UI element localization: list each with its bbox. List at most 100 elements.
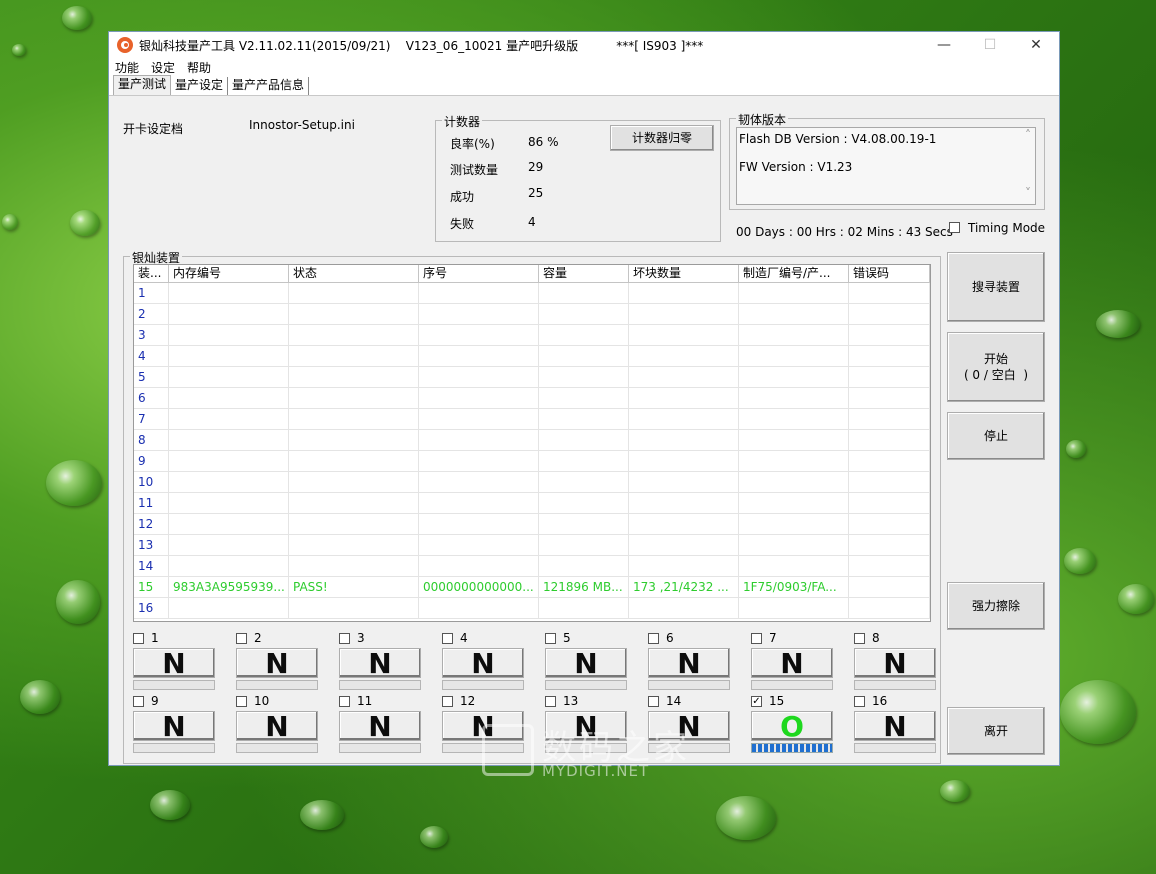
table-row[interactable]: 13	[134, 535, 930, 556]
menu-settings[interactable]: 设定	[151, 59, 175, 76]
device-slot: 7N	[751, 631, 835, 690]
cell-status	[289, 367, 419, 387]
slot-progress-bar	[133, 680, 215, 690]
col-status[interactable]: 状态	[289, 265, 419, 282]
table-row[interactable]: 10	[134, 472, 930, 493]
search-devices-button[interactable]: 搜寻装置	[947, 252, 1045, 322]
cell-memory-id	[169, 598, 289, 618]
table-row[interactable]: 14	[134, 556, 930, 577]
slot-number: 15	[769, 694, 785, 708]
cell-capacity	[539, 388, 629, 408]
cell-serial	[419, 304, 539, 324]
col-capacity[interactable]: 容量	[539, 265, 629, 282]
table-row[interactable]: 7	[134, 409, 930, 430]
table-row[interactable]: 2	[134, 304, 930, 325]
slot-checkbox[interactable]	[648, 632, 659, 644]
scroll-up-icon[interactable]: ˄	[1025, 128, 1031, 142]
table-row[interactable]: 16	[134, 598, 930, 619]
slot-number: 6	[666, 631, 674, 645]
table-row[interactable]: 3	[134, 325, 930, 346]
mp-test-panel: 开卡设定档 Innostor-Setup.ini 计数器 良率(%) 86 % …	[109, 98, 1059, 765]
col-bad-blocks[interactable]: 坏块数量	[629, 265, 739, 282]
table-row[interactable]: 12	[134, 514, 930, 535]
firmware-info-box[interactable]: Flash DB Version : V4.08.00.19-1 FW Vers…	[736, 127, 1036, 205]
scroll-down-icon[interactable]: ˅	[1025, 186, 1031, 200]
slot-checkbox[interactable]	[236, 695, 247, 707]
slot-checkbox[interactable]	[751, 632, 762, 644]
minimize-button[interactable]: —	[921, 32, 967, 58]
cell-error-code	[849, 388, 930, 408]
slot-status[interactable]: N	[854, 710, 936, 743]
cell-status	[289, 283, 419, 303]
table-row[interactable]: 11	[134, 493, 930, 514]
table-row[interactable]: 6	[134, 388, 930, 409]
cell-memory-id	[169, 409, 289, 429]
table-row[interactable]: 4	[134, 346, 930, 367]
menu-function[interactable]: 功能	[115, 59, 139, 76]
slot-status[interactable]: N	[339, 710, 421, 743]
col-error-code[interactable]: 错误码	[849, 265, 930, 282]
slot-status[interactable]: N	[751, 647, 833, 680]
slot-checkbox[interactable]	[545, 695, 556, 707]
slot-checkbox[interactable]	[648, 695, 659, 707]
slot-status[interactable]: N	[442, 647, 524, 680]
col-memory-id[interactable]: 内存编号	[169, 265, 289, 282]
reset-counter-button[interactable]: 计数器归零	[610, 125, 714, 151]
timing-mode-checkbox[interactable]	[949, 222, 960, 233]
slot-checkbox[interactable]	[133, 695, 144, 707]
stop-button[interactable]: 停止	[947, 412, 1045, 460]
force-erase-button[interactable]: 强力擦除	[947, 582, 1045, 630]
slot-status[interactable]: N	[133, 710, 215, 743]
slot-checkbox[interactable]	[854, 632, 865, 644]
slot-status[interactable]: N	[236, 710, 318, 743]
slot-status[interactable]: N	[133, 647, 215, 680]
table-row[interactable]: 9	[134, 451, 930, 472]
slot-checkbox[interactable]	[854, 695, 865, 707]
table-row[interactable]: 15 983A3A9595939... PASS! 0000000000000... 1…	[134, 577, 930, 598]
start-button[interactable]: 开始 ( 0 / 空白 )	[947, 332, 1045, 402]
water-drop	[62, 6, 92, 30]
tab-mp-settings[interactable]: 量产设定	[171, 77, 229, 95]
menu-help[interactable]: 帮助	[187, 59, 211, 76]
slot-checkbox[interactable]: ✓	[751, 695, 762, 707]
slot-header: 12	[442, 694, 526, 708]
cell-vendor-product	[739, 325, 849, 345]
cell-serial: 0000000000000...	[419, 577, 539, 597]
app-window: 银灿科技量产工具 V2.11.02.11(2015/09/21) V123_06…	[108, 31, 1060, 766]
cell-vendor-product	[739, 388, 849, 408]
slot-checkbox[interactable]	[133, 632, 144, 644]
col-serial[interactable]: 序号	[419, 265, 539, 282]
tab-product-info[interactable]: 量产产品信息	[228, 77, 310, 95]
slot-status[interactable]: N	[236, 647, 318, 680]
slot-checkbox[interactable]	[339, 632, 350, 644]
slot-checkbox[interactable]	[545, 632, 556, 644]
cell-device: 5	[134, 367, 169, 387]
device-slot: 1N	[133, 631, 217, 690]
col-device[interactable]: 装...	[134, 265, 169, 282]
slot-checkbox[interactable]	[442, 632, 453, 644]
device-slot: 16 N	[854, 694, 938, 753]
cell-device: 15	[134, 577, 169, 597]
cell-serial	[419, 388, 539, 408]
slot-status[interactable]: N	[545, 647, 627, 680]
table-row[interactable]: 1	[134, 283, 930, 304]
cell-capacity	[539, 283, 629, 303]
tab-mp-test[interactable]: 量产测试	[113, 75, 172, 95]
maximize-button[interactable]: ☐	[967, 32, 1013, 58]
table-row[interactable]: 8	[134, 430, 930, 451]
close-button[interactable]: ✕	[1013, 32, 1059, 58]
slot-checkbox[interactable]	[236, 632, 247, 644]
slot-number: 9	[151, 694, 159, 708]
slot-status[interactable]: N	[854, 647, 936, 680]
slot-status[interactable]: O	[751, 710, 833, 743]
slot-checkbox[interactable]	[339, 695, 350, 707]
table-row[interactable]: 5	[134, 367, 930, 388]
firmware-title: 韧体版本	[736, 111, 789, 128]
slot-status[interactable]: N	[339, 647, 421, 680]
col-vendor-product[interactable]: 制造厂编号/产...	[739, 265, 849, 282]
slot-checkbox[interactable]	[442, 695, 453, 707]
cell-status	[289, 430, 419, 450]
slot-status[interactable]: N	[648, 647, 730, 680]
exit-button[interactable]: 离开	[947, 707, 1045, 755]
cell-capacity	[539, 367, 629, 387]
